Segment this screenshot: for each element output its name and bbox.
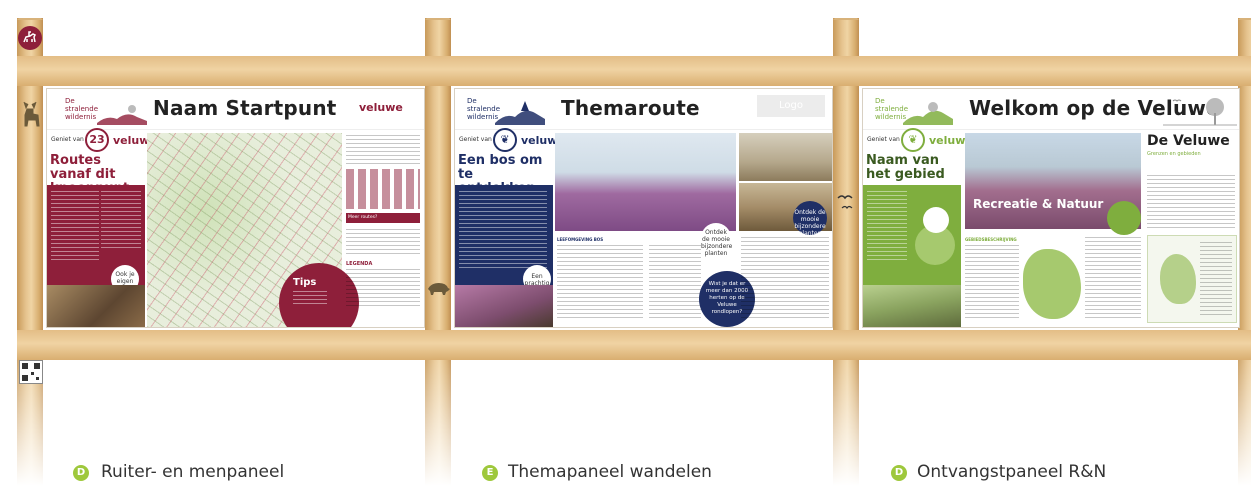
horse-photo — [47, 285, 145, 327]
panel-title: Naam Startpunt — [153, 96, 337, 120]
caption-ontvangst: Ontvangstpaneel R&N — [917, 462, 1107, 482]
horse-rider-icon — [18, 26, 42, 50]
body-text-1 — [557, 245, 643, 321]
info-text — [51, 191, 99, 261]
area-map[interactable] — [1023, 249, 1081, 319]
speech-bubble-2 — [1107, 201, 1141, 235]
legend-label: LEGENDA — [346, 261, 373, 267]
route-number-badge: 23 — [85, 128, 109, 152]
badge-e: E — [482, 465, 498, 481]
panel-title: Themaroute — [561, 96, 700, 120]
right-text-2 — [346, 229, 420, 257]
route-map[interactable]: Tips — [147, 133, 359, 327]
sheep-photo — [739, 133, 832, 181]
tips-text — [293, 291, 327, 307]
veluwe-brand-label: veluwe — [359, 101, 403, 114]
panel-header: De stralende wildernis Themaroute Logo — [455, 89, 832, 130]
info-text-2 — [101, 191, 141, 251]
veluwe-logo: veluwe — [359, 101, 403, 114]
logo-placeholder: Logo — [757, 95, 825, 117]
panel-thema-board: De stralende wildernis Themaroute Logo G… — [454, 88, 833, 328]
info-text — [459, 191, 547, 271]
info-text — [867, 191, 907, 261]
qr-code-icon[interactable] — [19, 360, 43, 384]
wooden-post-2 — [425, 18, 451, 486]
speech-bubble-3: Ontdek de mooie bijzondere planten — [793, 201, 827, 237]
caption-ruiter: Ruiter- en menpaneel — [101, 462, 285, 482]
right-text-1 — [346, 135, 420, 165]
right-info-column: Meer routes? routesopdeveluwe.nl LEGENDA — [344, 133, 424, 327]
top-beam — [17, 56, 1251, 86]
heather-landscape-icon — [903, 102, 953, 125]
panel-ruiter-board: De stralende wildernis Naam Startpunt ve… — [46, 88, 425, 328]
speech-bubble — [923, 207, 949, 233]
heather-landscape-icon — [97, 105, 147, 125]
leaf-icon: ❦ — [908, 133, 918, 146]
right-title: De Veluwe — [1147, 133, 1230, 149]
heather-walkers-photo — [555, 133, 736, 231]
runner-photo — [455, 285, 553, 327]
landscape-illustration-icon — [1163, 98, 1237, 126]
legend-text — [346, 269, 420, 309]
bottom-beam — [17, 330, 1251, 360]
caption-thema: Themapaneel wandelen — [508, 462, 712, 482]
panel-headline: Naam van het gebied — [866, 153, 945, 182]
panel-ontvangst-board: De stralende wildernis Welkom op de Velu… — [862, 88, 1240, 328]
wild-boar-icon — [425, 280, 451, 296]
body-text-1 — [965, 245, 1019, 321]
wooden-post-1 — [17, 18, 43, 486]
right-subtitle: Grenzen en gebieden — [1147, 151, 1201, 157]
pictograms — [346, 169, 420, 209]
body-text-2 — [649, 245, 701, 321]
speech-bubble-2: Ontdek de mooie bijzondere planten — [701, 223, 732, 257]
overview-legend — [1200, 242, 1232, 316]
section-label: LEEFOMGEVING BOS — [557, 237, 604, 242]
wooden-post-3 — [833, 18, 859, 486]
veluwe-emblem: ❦ — [493, 128, 517, 152]
veluwe-emblem: ❦ — [901, 128, 925, 152]
tips-heading: Tips — [293, 277, 317, 288]
body-text-3 — [741, 237, 829, 321]
overview-map-shape — [1160, 254, 1196, 304]
family-photo — [863, 285, 961, 327]
badge-d: D — [73, 465, 89, 481]
section-label: GEBIEDSBESCHRIJVING — [965, 237, 1017, 242]
heather-landscape-icon — [495, 101, 545, 125]
overview-map[interactable] — [1147, 235, 1237, 323]
photo-label: Recreatie & Natuur — [973, 197, 1104, 211]
leaf-icon: ❦ — [500, 133, 510, 146]
birds-icon — [836, 192, 858, 216]
right-text-1 — [1147, 175, 1235, 229]
badge-d: D — [891, 465, 907, 481]
panel-header: De stralende wildernis Welkom op de Velu… — [863, 89, 1239, 130]
more-routes-link[interactable]: Meer routes? routesopdeveluwe.nl — [346, 213, 420, 223]
body-text-2 — [1085, 237, 1141, 321]
panel-header: De stralende wildernis Naam Startpunt ve… — [47, 89, 424, 130]
deer-icon — [18, 100, 44, 130]
